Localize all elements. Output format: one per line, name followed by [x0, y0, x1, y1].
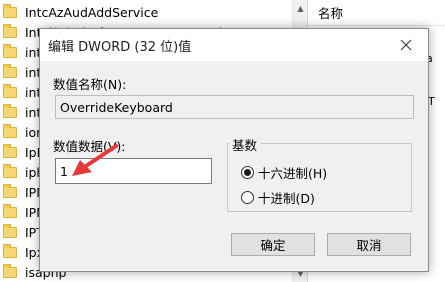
- radio-hex-label: 十六进制(H): [258, 166, 328, 181]
- value-data-label: 数值数据(V):: [53, 139, 126, 154]
- value-name-field: OverrideKeyboard: [55, 95, 414, 119]
- radio-button-checked[interactable]: [241, 166, 254, 179]
- folder-icon: [3, 63, 17, 78]
- registry-editor-window: IntcAzAudAddService Intel(R) Platform Ma…: [0, 0, 445, 282]
- dialog-titlebar[interactable]: 编辑 DWORD (32 位)值: [40, 29, 428, 61]
- folder-icon: [3, 43, 17, 58]
- edit-dword-dialog: 编辑 DWORD (32 位)值 数值名称(N): OverrideKeyboa…: [39, 28, 429, 272]
- folder-icon: [3, 103, 17, 118]
- base-group-legend: 基数: [229, 135, 261, 154]
- radio-decimal-label: 十进制(D): [258, 191, 315, 206]
- scroll-up-icon[interactable]: ▲: [293, 0, 308, 17]
- value-data-input[interactable]: 1: [55, 158, 212, 184]
- folder-icon: [3, 243, 17, 258]
- cancel-button[interactable]: 取消: [327, 233, 411, 256]
- radio-hex[interactable]: 十六进制(H): [241, 163, 327, 182]
- ok-button[interactable]: 确定: [231, 233, 315, 256]
- tree-item-label: IntcAzAudAddService: [25, 4, 159, 20]
- value-name-fragment: T: [428, 95, 435, 108]
- folder-icon: [3, 3, 17, 18]
- radio-decimal[interactable]: 十进制(D): [241, 188, 315, 207]
- close-button[interactable]: [384, 29, 428, 61]
- value-name-label: 数值名称(N):: [53, 77, 127, 92]
- radio-button[interactable]: [241, 191, 254, 204]
- folder-icon: [3, 223, 17, 238]
- folder-icon: [3, 183, 17, 198]
- folder-icon: [3, 163, 17, 178]
- column-header-name[interactable]: 名称: [308, 0, 445, 26]
- tree-item[interactable]: IntcAzAudAddService: [0, 2, 292, 22]
- folder-icon: [3, 123, 17, 138]
- folder-icon: [3, 263, 17, 278]
- dialog-title: 编辑 DWORD (32 位)值: [48, 39, 192, 55]
- close-icon: [400, 39, 412, 51]
- folder-icon: [3, 143, 17, 158]
- folder-icon: [3, 23, 17, 38]
- folder-icon: [3, 203, 17, 218]
- folder-icon: [3, 83, 17, 98]
